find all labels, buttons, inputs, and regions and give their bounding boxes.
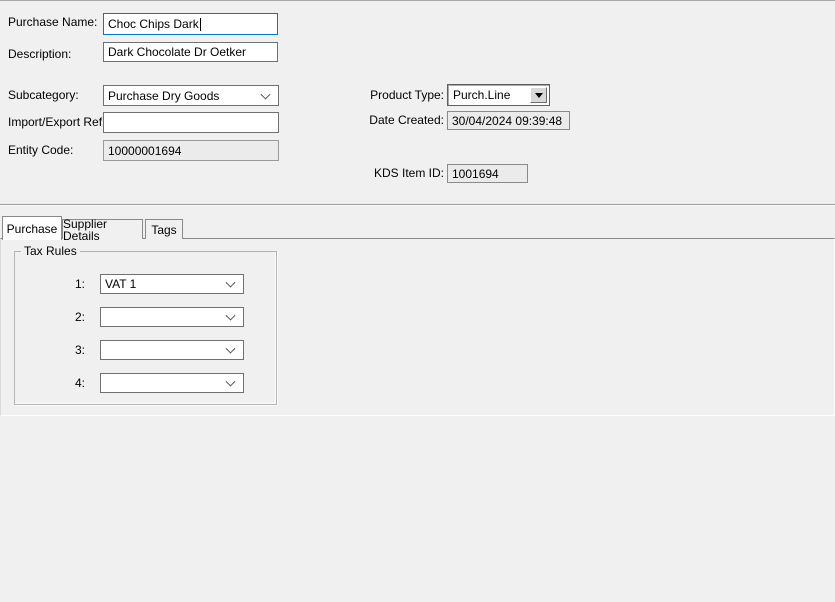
kds-item-id-field: 1001694	[447, 164, 528, 183]
date-created-field: 30/04/2024 09:39:48	[447, 111, 570, 130]
subcategory-label: Subcategory:	[8, 89, 79, 102]
subcategory-select[interactable]: Purchase Dry Goods	[103, 85, 279, 106]
tax-rule-2-label: 2:	[45, 311, 85, 324]
tab-tags-label: Tags	[151, 224, 176, 236]
tax-rule-4-label: 4:	[45, 377, 85, 390]
tax-rule-1-select[interactable]: VAT 1	[100, 274, 244, 294]
purchase-name-label: Purchase Name:	[8, 16, 97, 29]
tax-rule-4-select[interactable]	[100, 373, 244, 393]
import-export-ref-label: Import/Export Ref:	[8, 116, 105, 129]
tab-tags[interactable]: Tags	[145, 219, 183, 239]
tab-purchase[interactable]: Purchase	[2, 216, 62, 240]
chevron-down-icon	[226, 311, 236, 321]
purchase-name-input[interactable]: Choc Chips Dark	[103, 13, 278, 35]
tab-purchase-label: Purchase	[7, 223, 58, 235]
text-cursor	[200, 18, 201, 31]
triangle-down-icon	[535, 93, 543, 98]
date-created-label: Date Created:	[360, 114, 444, 127]
tab-supplier-details-label: Supplier Details	[63, 218, 142, 242]
entity-code-label: Entity Code:	[8, 144, 73, 157]
subcategory-value: Purchase Dry Goods	[108, 89, 219, 103]
product-type-label: Product Type:	[360, 89, 444, 102]
chevron-down-icon	[226, 278, 236, 288]
chevron-down-icon	[261, 89, 271, 99]
kds-item-id-label: KDS Item ID:	[360, 167, 444, 180]
product-type-value: Purch.Line	[453, 88, 510, 102]
entity-code-value: 10000001694	[108, 144, 181, 158]
tax-rule-3-label: 3:	[45, 344, 85, 357]
horizontal-divider-highlight	[0, 205, 835, 206]
tax-rule-3-select[interactable]	[100, 340, 244, 360]
tax-rules-title: Tax Rules	[21, 245, 80, 258]
description-value: Dark Chocolate Dr Oetker	[108, 45, 246, 59]
dropdown-button[interactable]	[530, 87, 547, 103]
product-editor-window: Purchase Name: Description: Subcategory:…	[0, 0, 835, 602]
chevron-down-icon	[226, 344, 236, 354]
kds-item-id-value: 1001694	[452, 167, 499, 181]
date-created-value: 30/04/2024 09:39:48	[452, 114, 562, 128]
tax-rule-1-label: 1:	[45, 278, 85, 291]
import-export-ref-input[interactable]	[103, 112, 279, 133]
description-input[interactable]: Dark Chocolate Dr Oetker	[103, 42, 278, 62]
description-label: Description:	[8, 48, 71, 61]
chevron-down-icon	[226, 377, 236, 387]
purchase-name-value: Choc Chips Dark	[108, 17, 199, 31]
product-type-select[interactable]: Purch.Line	[447, 84, 550, 106]
tax-rule-2-select[interactable]	[100, 307, 244, 327]
tax-rule-1-value: VAT 1	[105, 277, 136, 291]
entity-code-field: 10000001694	[103, 140, 279, 161]
tab-supplier-details[interactable]: Supplier Details	[62, 219, 143, 239]
